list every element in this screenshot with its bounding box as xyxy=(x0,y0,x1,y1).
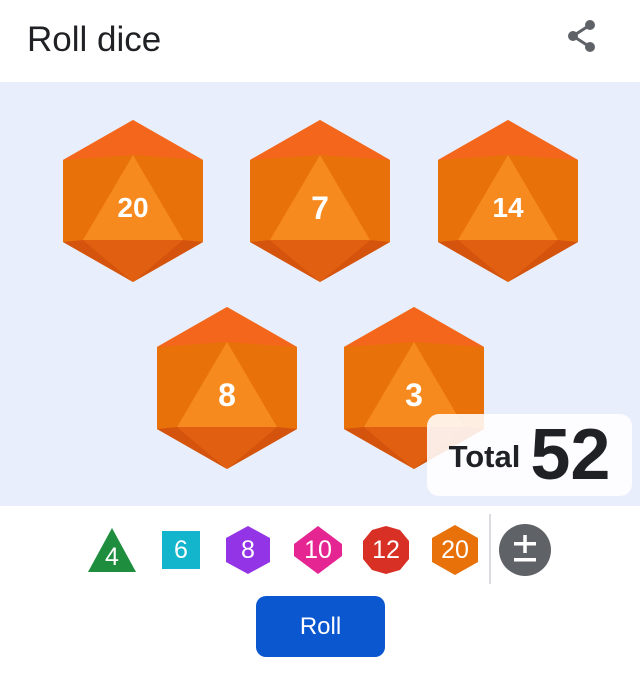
die[interactable]: 14 xyxy=(438,120,578,282)
d4-label: 4 xyxy=(105,542,119,571)
total-value: 52 xyxy=(530,415,611,495)
d20-label: 20 xyxy=(441,535,469,564)
add-d6-button[interactable]: 6 xyxy=(155,524,207,576)
die[interactable]: 20 xyxy=(63,120,203,282)
total-card: Total 52 xyxy=(427,414,632,496)
d8-label: 8 xyxy=(241,535,255,564)
die-value: 7 xyxy=(311,189,329,226)
die-value: 14 xyxy=(492,192,524,223)
die[interactable]: 7 xyxy=(250,120,390,282)
total-label: Total xyxy=(448,439,521,474)
share-icon xyxy=(568,20,595,52)
dice-picker: 4 6 8 10 12 20 xyxy=(0,506,640,590)
d12-label: 12 xyxy=(372,535,400,564)
header: Roll dice xyxy=(0,0,640,82)
page-title: Roll dice xyxy=(27,20,162,59)
plus-minus-icon xyxy=(514,535,536,562)
add-d10-button[interactable]: 10 xyxy=(292,524,344,576)
modifier-button[interactable] xyxy=(499,524,551,576)
add-d8-button[interactable]: 8 xyxy=(222,524,274,576)
die-value: 8 xyxy=(218,376,236,413)
die[interactable]: 8 xyxy=(157,307,297,469)
share-button[interactable] xyxy=(560,14,604,58)
d6-label: 6 xyxy=(174,535,188,564)
roll-button[interactable]: Roll xyxy=(256,596,385,657)
d10-label: 10 xyxy=(304,535,332,564)
add-d4-button[interactable]: 4 xyxy=(86,524,138,576)
add-d12-button[interactable]: 12 xyxy=(360,524,412,576)
picker-divider xyxy=(489,514,491,584)
die-value: 20 xyxy=(117,192,149,223)
add-d20-button[interactable]: 20 xyxy=(429,524,481,576)
